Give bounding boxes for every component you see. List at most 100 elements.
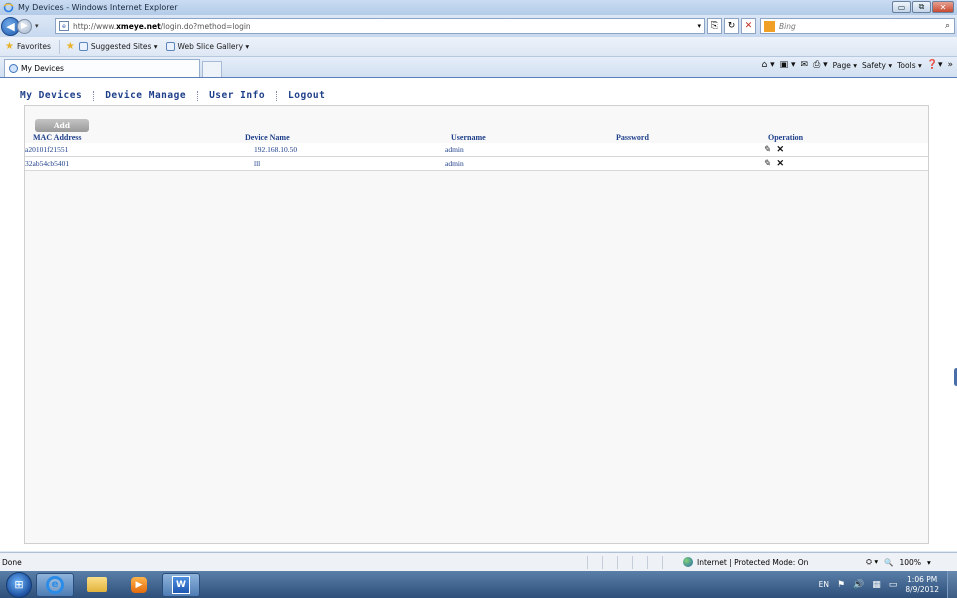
minimize-button[interactable]: ▭ bbox=[892, 1, 911, 13]
edit-icon[interactable]: ✎ bbox=[763, 158, 771, 169]
maximize-button[interactable]: ⧉ bbox=[912, 1, 931, 13]
clock-time: 1:06 PM bbox=[907, 574, 938, 584]
nav-logout[interactable]: Logout bbox=[288, 90, 325, 101]
cell-mac: a20101f21551 bbox=[25, 145, 69, 154]
safety-menu[interactable]: Safety ▾ bbox=[862, 61, 892, 70]
devices-table: MAC Address Device Name Username Passwor… bbox=[25, 132, 928, 171]
zoom-control[interactable]: ⛭ ▾ 🔍 100% ▾ bbox=[866, 557, 931, 567]
column-header-mac: MAC Address bbox=[33, 133, 82, 142]
cell-device-name: lll bbox=[254, 159, 261, 168]
arrow-left-icon: ◀ bbox=[6, 19, 15, 33]
ie-page-icon bbox=[165, 42, 175, 51]
language-indicator[interactable]: EN bbox=[819, 580, 829, 589]
search-box[interactable]: ⌕ bbox=[760, 18, 955, 34]
add-device-button[interactable]: Add bbox=[35, 119, 89, 132]
page-icon: e bbox=[59, 21, 69, 31]
print-icon[interactable]: ⎙ ▾ bbox=[813, 60, 828, 70]
taskbar-internet-explorer[interactable]: e bbox=[36, 572, 74, 597]
windows-logo-icon: ⊞ bbox=[14, 578, 24, 591]
add-favorite-icon[interactable]: ★ bbox=[66, 41, 75, 52]
nav-device-manage[interactable]: Device Manage bbox=[105, 90, 186, 101]
address-dropdown-icon[interactable]: ▾ bbox=[697, 22, 701, 30]
ie-page-icon bbox=[9, 64, 18, 73]
tab-row: My Devices ⌂ ▾ ▣ ▾ ✉ ⎙ ▾ Page ▾ Safety ▾… bbox=[0, 57, 957, 77]
forward-button[interactable]: ▶ bbox=[17, 18, 32, 34]
taskbar-word[interactable]: W bbox=[162, 572, 200, 597]
taskbar: ⊞ e ▶ W EN ⚑ 🔊 ▦ ▭ 1:06 PM 8/9/2012 bbox=[0, 571, 957, 598]
taskbar-media-player[interactable]: ▶ bbox=[120, 573, 158, 597]
start-button[interactable]: ⊞ bbox=[6, 571, 32, 598]
new-tab-button[interactable] bbox=[202, 61, 222, 77]
clock[interactable]: 1:06 PM 8/9/2012 bbox=[905, 575, 939, 595]
address-tools: ⎘ ↻ ✕ bbox=[707, 18, 756, 34]
help-icon[interactable]: ❓▾ bbox=[927, 60, 943, 70]
feeds-icon[interactable]: ▣ ▾ bbox=[780, 60, 796, 70]
favorites-button[interactable]: Favorites bbox=[17, 42, 51, 51]
cell-operation: ✎ ✕ bbox=[763, 157, 784, 170]
recent-pages-dropdown[interactable]: ▾ bbox=[35, 22, 39, 30]
column-header-operation: Operation bbox=[768, 133, 804, 142]
bing-logo-icon bbox=[764, 20, 775, 32]
table-row: 32ab54cb5401 lll admin ✎ ✕ bbox=[25, 157, 928, 171]
clock-date: 8/9/2012 bbox=[905, 584, 939, 594]
folder-icon bbox=[87, 577, 107, 592]
show-desktop-button[interactable] bbox=[947, 571, 957, 598]
divider bbox=[58, 39, 60, 54]
cell-device-name: 192.168.10.50 bbox=[254, 145, 298, 154]
favorites-star-icon[interactable]: ★ bbox=[5, 41, 14, 52]
stop-icon[interactable]: ✕ bbox=[741, 18, 756, 34]
chevron-right-icon[interactable]: » bbox=[947, 60, 953, 70]
status-pane bbox=[632, 556, 647, 569]
status-pane bbox=[617, 556, 632, 569]
devices-panel: Add MAC Address Device Name Username Pas… bbox=[24, 105, 929, 544]
word-icon: W bbox=[172, 575, 190, 594]
address-url[interactable]: http://www.xmeye.net/login.do?method=log… bbox=[73, 22, 251, 31]
security-zone[interactable]: Internet | Protected Mode: On bbox=[683, 557, 808, 567]
delete-icon[interactable]: ✕ bbox=[777, 144, 785, 155]
column-header-device-name: Device Name bbox=[245, 133, 290, 142]
column-header-username: Username bbox=[451, 133, 486, 142]
nav-divider bbox=[276, 90, 278, 101]
tab-my-devices[interactable]: My Devices bbox=[4, 59, 200, 77]
action-center-icon[interactable]: ⚑ bbox=[837, 580, 845, 590]
edit-icon[interactable]: ✎ bbox=[763, 144, 771, 155]
cell-mac: 32ab54cb5401 bbox=[25, 159, 70, 168]
page-content: My Devices Device Manage User Info Logou… bbox=[0, 77, 957, 551]
home-icon[interactable]: ⌂ ▾ bbox=[762, 60, 775, 70]
display-icon[interactable]: ▭ bbox=[889, 580, 898, 590]
cell-username: admin bbox=[445, 159, 464, 168]
table-header: MAC Address Device Name Username Passwor… bbox=[25, 132, 928, 143]
search-icon[interactable]: ⌕ bbox=[945, 21, 950, 31]
status-pane bbox=[647, 556, 662, 569]
nav-my-devices[interactable]: My Devices bbox=[20, 90, 82, 101]
status-panes bbox=[587, 556, 677, 569]
status-pane bbox=[587, 556, 602, 569]
status-pane bbox=[662, 556, 677, 569]
status-bar: Done Internet | Protected Mode: On ⛭ ▾ 🔍… bbox=[0, 552, 957, 571]
tools-menu[interactable]: Tools ▾ bbox=[897, 61, 922, 70]
address-bar[interactable]: e http://www.xmeye.net/login.do?method=l… bbox=[55, 18, 705, 34]
mail-icon[interactable]: ✉ bbox=[801, 60, 809, 70]
nav-divider bbox=[93, 90, 95, 101]
suggested-sites-link[interactable]: Suggested Sites ▾ bbox=[78, 42, 158, 51]
volume-icon[interactable]: 🔊 bbox=[853, 580, 864, 590]
compatibility-view-icon[interactable]: ⎘ bbox=[707, 18, 722, 34]
nav-user-info[interactable]: User Info bbox=[209, 90, 265, 101]
zoom-dropdown-icon[interactable]: ▾ bbox=[927, 558, 931, 567]
refresh-icon[interactable]: ↻ bbox=[724, 18, 739, 34]
window-controls: ▭ ⧉ ✕ bbox=[892, 1, 954, 13]
ie-page-icon bbox=[78, 42, 88, 51]
popup-blocker-icon[interactable]: ⛭ ▾ bbox=[866, 557, 878, 567]
ie-logo-icon bbox=[3, 2, 14, 13]
system-tray: EN ⚑ 🔊 ▦ ▭ 1:06 PM 8/9/2012 bbox=[819, 571, 939, 598]
network-icon[interactable]: ▦ bbox=[872, 580, 881, 590]
search-input[interactable] bbox=[779, 21, 929, 31]
delete-icon[interactable]: ✕ bbox=[777, 158, 785, 169]
web-slice-gallery-link[interactable]: Web Slice Gallery ▾ bbox=[165, 42, 249, 51]
close-button[interactable]: ✕ bbox=[932, 1, 954, 13]
globe-icon bbox=[683, 557, 693, 567]
column-header-password: Password bbox=[616, 133, 649, 142]
status-text: Done bbox=[2, 557, 22, 567]
page-menu[interactable]: Page ▾ bbox=[833, 61, 857, 70]
taskbar-explorer[interactable] bbox=[78, 573, 116, 597]
